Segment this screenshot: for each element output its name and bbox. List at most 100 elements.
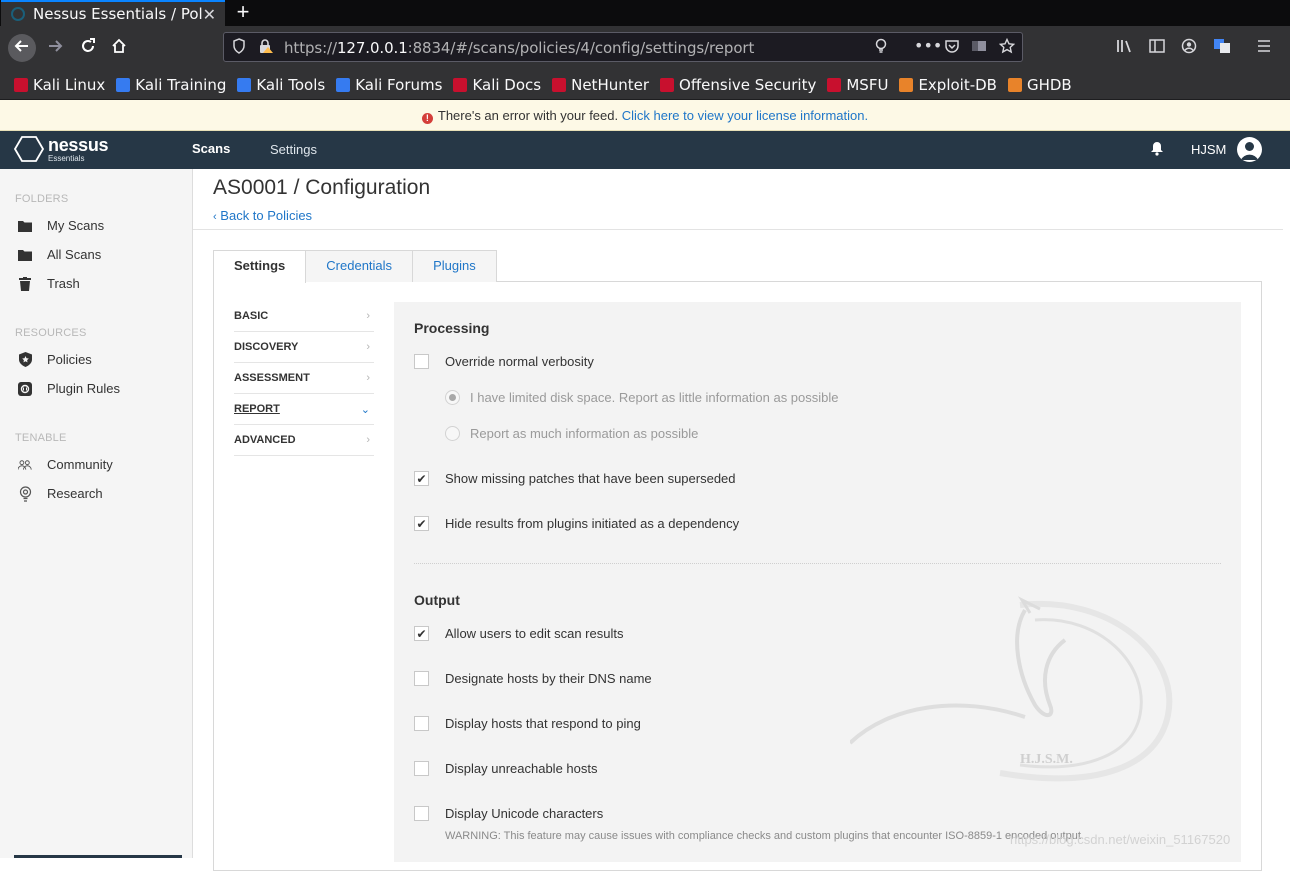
tab-close-icon[interactable]: ✕	[203, 5, 216, 24]
bookmark-favicon-icon	[660, 77, 675, 92]
option-radio-much[interactable]: Report as much information as possible	[445, 426, 698, 441]
library-icon[interactable]	[1116, 38, 1134, 58]
bookmark-item[interactable]: Kali Tools	[237, 76, 325, 94]
bookmark-label: Kali Docs	[472, 75, 542, 94]
account-icon[interactable]	[1181, 38, 1197, 58]
community-icon	[18, 458, 32, 472]
license-link[interactable]: Click here to view your license informat…	[622, 108, 868, 123]
chevron-left-icon: ‹	[213, 211, 217, 223]
checkbox-unreachable[interactable]	[414, 761, 429, 776]
bookmark-item[interactable]: Kali Forums	[336, 76, 442, 94]
tab-settings[interactable]: Settings	[213, 250, 307, 283]
bookmark-item[interactable]: Kali Docs	[453, 76, 541, 94]
checkbox-respond-ping[interactable]	[414, 716, 429, 731]
bookmark-favicon-icon	[237, 77, 252, 92]
home-icon[interactable]	[105, 34, 133, 62]
bookmarks-toolbar: Kali Linux Kali Training Kali Tools Kali Fo…	[0, 70, 1290, 100]
bookmark-item[interactable]: Offensive Security	[660, 76, 816, 94]
bookmark-item[interactable]: NetHunter	[552, 76, 649, 94]
bookmark-favicon-icon	[552, 77, 567, 92]
bookmark-item[interactable]: Kali Linux	[14, 76, 105, 94]
option-unicode[interactable]: Display Unicode characters	[414, 806, 603, 821]
insecure-lock-icon[interactable]	[258, 38, 274, 58]
sidebar-item-all-scans[interactable]: All Scans	[18, 247, 101, 262]
tab-credentials[interactable]: Credentials	[305, 250, 414, 282]
radio-much[interactable]	[445, 426, 460, 441]
checkbox-unicode[interactable]	[414, 806, 429, 821]
notifications-bell-icon[interactable]	[1150, 141, 1164, 159]
page-actions-icon[interactable]: •••	[914, 36, 942, 55]
shield-icon[interactable]	[232, 38, 246, 58]
option-dns-name[interactable]: Designate hosts by their DNS name	[414, 671, 652, 686]
bookmark-star-icon[interactable]	[998, 37, 1016, 58]
nessus-hexagon-icon	[14, 136, 44, 162]
nessus-favicon-icon	[11, 7, 25, 21]
option-override-verbosity[interactable]: Override normal verbosity	[414, 354, 594, 369]
nessus-logo[interactable]: nessus Essentials	[14, 135, 109, 163]
subnav-advanced[interactable]: ADVANCED ›	[234, 425, 374, 456]
pocket-icon[interactable]	[944, 38, 960, 58]
new-tab-button[interactable]: +	[232, 0, 254, 26]
bookmark-item[interactable]: Kali Training	[116, 76, 226, 94]
lightbulb-icon[interactable]	[874, 38, 888, 58]
subnav-basic[interactable]: BASIC ›	[234, 301, 374, 332]
bookmark-item[interactable]: Exploit-DB	[899, 76, 997, 94]
back-arrow-icon[interactable]	[8, 34, 36, 62]
subnav-discovery[interactable]: DISCOVERY ›	[234, 332, 374, 363]
nav-settings[interactable]: Settings	[270, 142, 317, 157]
sidebar-item-community[interactable]: Community	[18, 457, 113, 472]
sidebar-toggle-icon[interactable]	[1149, 38, 1165, 58]
checkbox-hide-results[interactable]: ✔	[414, 516, 429, 531]
translate-icon[interactable]	[1213, 38, 1231, 58]
subnav-report[interactable]: REPORT ⌄	[234, 394, 374, 425]
nav-scans[interactable]: Scans	[192, 141, 230, 156]
checkbox-allow-edit[interactable]: ✔	[414, 626, 429, 641]
horse-watermark-logo: H.J.S.M.	[850, 596, 1173, 782]
bookmark-item[interactable]: MSFU	[827, 76, 888, 94]
sidebar-section-folders: FOLDERS	[15, 193, 69, 205]
option-hide-results[interactable]: ✔ Hide results from plugins initiated as…	[414, 516, 739, 531]
sidebar-item-trash[interactable]: Trash	[18, 276, 80, 291]
bookmark-item[interactable]: GHDB	[1007, 75, 1072, 94]
app-header: nessus Essentials Scans Settings HJSM	[0, 131, 1290, 169]
folder-icon	[18, 248, 32, 262]
trash-icon	[18, 276, 32, 291]
bookmark-label: Exploit-DB	[918, 75, 997, 94]
browser-tab[interactable]: Nessus Essentials / Policie ✕	[1, 0, 225, 26]
sidebar-item-policies[interactable]: Policies	[18, 352, 92, 367]
bookmark-favicon-icon	[899, 77, 914, 92]
settings-subnav: BASIC › DISCOVERY › ASSESSMENT › REPORT ⌄ AD…	[234, 301, 374, 456]
section-output-title: Output	[414, 592, 460, 608]
option-respond-ping[interactable]: Display hosts that respond to ping	[414, 716, 641, 731]
chevron-right-icon: ›	[366, 434, 370, 446]
bookmark-label: GHDB	[1026, 75, 1072, 94]
url-bar[interactable]: https://127.0.0.1:8834/#/scans/policies/…	[223, 32, 1023, 62]
sidebar-item-research[interactable]: Research	[18, 485, 103, 502]
username[interactable]: HJSM	[1191, 142, 1226, 157]
checkbox-dns-name[interactable]	[414, 671, 429, 686]
bookmark-favicon-icon	[453, 77, 468, 92]
tab-plugins[interactable]: Plugins	[412, 250, 497, 282]
checkbox-override-verbosity[interactable]	[414, 354, 429, 369]
reload-icon[interactable]	[74, 34, 102, 62]
user-avatar-icon[interactable]	[1237, 137, 1262, 162]
option-allow-edit[interactable]: ✔ Allow users to edit scan results	[414, 626, 623, 641]
research-bulb-icon	[18, 485, 32, 502]
radio-limited[interactable]	[445, 390, 460, 405]
banner-text: There's an error with your feed.	[437, 108, 622, 123]
plugin-icon	[18, 381, 32, 396]
option-show-missing-patches[interactable]: ✔ Show missing patches that have been su…	[414, 471, 736, 486]
back-to-policies-link[interactable]: ‹ Back to Policies	[213, 208, 312, 223]
reader-view-icon[interactable]	[971, 38, 987, 58]
subnav-assessment[interactable]: ASSESSMENT ›	[234, 363, 374, 394]
logo-subtitle: Essentials	[48, 153, 85, 163]
menu-hamburger-icon[interactable]	[1256, 38, 1272, 58]
sidebar-item-my-scans[interactable]: My Scans	[18, 218, 104, 233]
policy-shield-icon	[18, 352, 32, 367]
option-radio-limited[interactable]: I have limited disk space. Report as lit…	[445, 390, 839, 405]
url-text: https://127.0.0.1:8834/#/scans/policies/…	[284, 39, 755, 57]
option-unreachable[interactable]: Display unreachable hosts	[414, 761, 597, 776]
sidebar-item-plugin-rules[interactable]: Plugin Rules	[18, 381, 120, 396]
forward-arrow-icon[interactable]	[41, 34, 69, 62]
checkbox-show-missing-patches[interactable]: ✔	[414, 471, 429, 486]
